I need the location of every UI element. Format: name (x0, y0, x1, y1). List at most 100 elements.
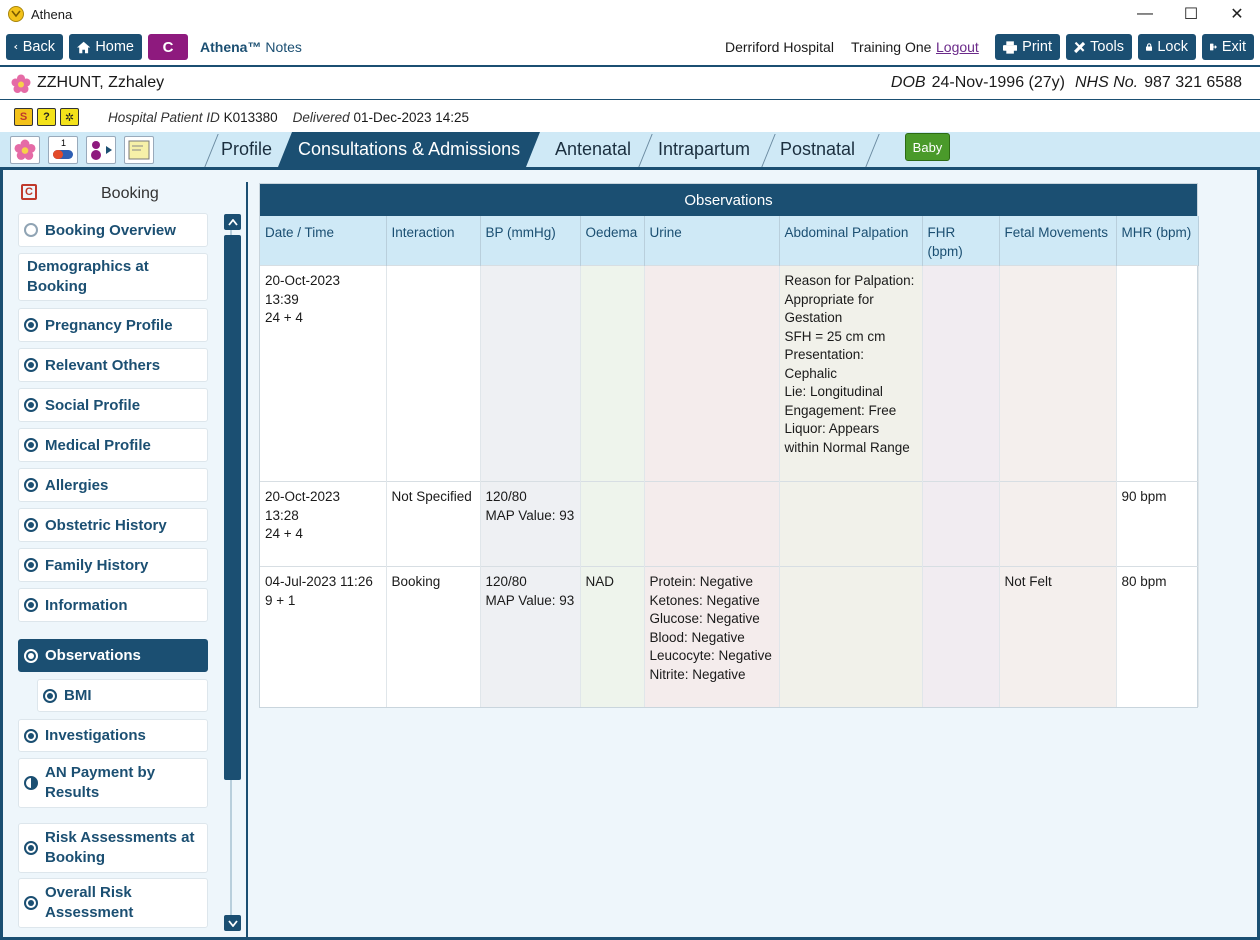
print-label: Print (1022, 39, 1052, 55)
sidebar-title: Booking (101, 185, 159, 202)
medication-icon[interactable]: 1 (48, 136, 78, 164)
table-row[interactable]: 04-Jul-2023 11:26 9 + 1 Booking 120/80 M… (260, 566, 1199, 707)
table-row[interactable]: 20-Oct-2023 13:39 24 + 4 Reason for Palp… (260, 265, 1199, 482)
lock-button[interactable]: Lock (1138, 34, 1196, 60)
question-flag-icon[interactable]: ? (37, 108, 56, 126)
cell-date-time: 20-Oct-2023 13:39 24 + 4 (260, 265, 387, 482)
scroll-up-icon[interactable] (224, 214, 241, 230)
baby-button[interactable]: Baby (905, 133, 950, 161)
status-indicator-icon (24, 318, 38, 332)
status-indicator-icon (24, 518, 38, 532)
chevron-left-icon (14, 44, 18, 50)
cell-fhr (922, 566, 1000, 707)
sidebar-scrollbar[interactable] (224, 214, 241, 931)
nav-social-profile[interactable]: Social Profile (18, 388, 208, 422)
nav-information[interactable]: Information (18, 588, 208, 622)
nav-investigations[interactable]: Investigations (18, 719, 208, 752)
observations-title: Observations (260, 184, 1197, 216)
nav-bmi[interactable]: BMI (37, 679, 208, 712)
home-label: Home (95, 39, 134, 55)
window-titlebar: Athena — ☐ ✕ (0, 0, 1260, 28)
maximize-button[interactable]: ☐ (1168, 0, 1214, 28)
cell-bp: 120/80 MAP Value: 93 (480, 481, 581, 567)
tools-label: Tools (1090, 39, 1124, 55)
status-indicator-icon (24, 358, 38, 372)
column-header: Urine (644, 216, 780, 266)
status-indicator-icon (24, 558, 38, 572)
sticky-note-icon[interactable] (124, 136, 154, 164)
patient-banner: ZZHUNT, Zzhaley DOB 24-Nov-1996 (27y) NHS … (0, 67, 1260, 100)
cell-fetal-movements (999, 265, 1117, 482)
status-indicator-icon (24, 598, 38, 612)
cell-urine: Protein: Negative Ketones: Negative Gluc… (644, 566, 780, 707)
status-indicator-icon (24, 223, 38, 237)
nav-relevant-others[interactable]: Relevant Others (18, 348, 208, 382)
alert-flag-icon[interactable]: ✲ (60, 108, 79, 126)
cell-urine (644, 481, 780, 567)
column-header: Fetal Movements (999, 216, 1117, 266)
tab-antenatal[interactable]: Antenatal (537, 132, 641, 167)
cell-oedema: NAD (580, 566, 645, 707)
cell-fetal-movements: Not Felt (999, 566, 1117, 707)
column-header: MHR (bpm) (1116, 216, 1199, 266)
cell-oedema (580, 265, 645, 482)
mother-baby-icon[interactable] (86, 136, 116, 164)
table-row[interactable]: 20-Oct-2023 13:28 24 + 4 Not Specified 1… (260, 481, 1199, 567)
nav-an-payment-by-results[interactable]: AN Payment by Results (18, 758, 208, 808)
tab-intrapartum[interactable]: Intrapartum (640, 132, 764, 167)
svg-text:1: 1 (61, 138, 66, 148)
flower-icon (11, 74, 31, 93)
column-header: Abdominal Palpation (779, 216, 923, 266)
tools-button[interactable]: Tools (1066, 34, 1132, 60)
back-button[interactable]: Back (6, 34, 63, 60)
tab-postnatal[interactable]: Postnatal (762, 132, 870, 167)
hospital-patient-id: K013380 (223, 110, 278, 125)
cell-mhr: 90 bpm (1116, 481, 1199, 567)
cell-abdominal-palpation (779, 481, 923, 567)
status-indicator-icon (24, 438, 38, 452)
nav-booking-overview[interactable]: Booking Overview (18, 213, 208, 247)
close-button[interactable]: ✕ (1214, 0, 1260, 28)
safeguarding-flag-icon[interactable]: S (14, 108, 33, 126)
status-indicator-icon (24, 728, 38, 743)
nav-overall-risk-assessment[interactable]: Overall Risk Assessment (18, 878, 208, 928)
nav-demographics-at-booking[interactable]: Demographics at Booking (18, 253, 208, 301)
logout-link[interactable]: Logout (936, 39, 979, 55)
delivered-datetime: 01-Dec-2023 14:25 (353, 110, 470, 125)
status-indicator-icon (43, 688, 57, 703)
scroll-down-icon[interactable] (224, 915, 241, 931)
cell-interaction: Not Specified (386, 481, 481, 567)
athena-logo-icon (8, 6, 24, 22)
minimize-button[interactable]: — (1122, 0, 1168, 28)
status-indicator-icon (24, 841, 38, 855)
nav-obstetric-history[interactable]: Obstetric History (18, 508, 208, 542)
print-button[interactable]: Print (995, 34, 1060, 60)
column-header: FHR (bpm) (922, 216, 1000, 266)
column-header: Date / Time (260, 216, 387, 266)
nav-pregnancy-profile[interactable]: Pregnancy Profile (18, 308, 208, 342)
table-header-row: Date / Time Interaction BP (mmHg) Oedema… (260, 216, 1199, 266)
tab-consultations-admissions[interactable]: Consultations & Admissions (278, 132, 540, 167)
status-indicator-icon (24, 478, 38, 492)
exit-button[interactable]: Exit (1202, 34, 1254, 60)
printer-icon (1003, 40, 1018, 54)
user-name: Training One (851, 39, 932, 55)
cell-abdominal-palpation (779, 566, 923, 707)
nav-family-history[interactable]: Family History (18, 548, 208, 582)
cell-date-time: 04-Jul-2023 11:26 9 + 1 (260, 566, 387, 707)
panel-divider (246, 182, 248, 937)
cell-mhr: 80 bpm (1116, 566, 1199, 707)
flower-tool-icon[interactable] (10, 136, 40, 164)
nav-observations[interactable]: Observations (18, 639, 208, 672)
patient-id-line: Hospital Patient ID K013380 Delivered 01… (108, 110, 470, 125)
status-indicator-icon (24, 648, 38, 663)
status-indicator-icon (24, 896, 38, 910)
main-content: C Booking Booking Overview Demographics … (0, 170, 1260, 940)
column-header: Interaction (386, 216, 481, 266)
c-button[interactable]: C (148, 34, 188, 60)
scrollbar-thumb[interactable] (224, 235, 241, 780)
nav-medical-profile[interactable]: Medical Profile (18, 428, 208, 462)
home-button[interactable]: Home (69, 34, 142, 60)
nav-risk-assessments-at-booking[interactable]: Risk Assessments at Booking (18, 823, 208, 873)
nav-allergies[interactable]: Allergies (18, 468, 208, 502)
